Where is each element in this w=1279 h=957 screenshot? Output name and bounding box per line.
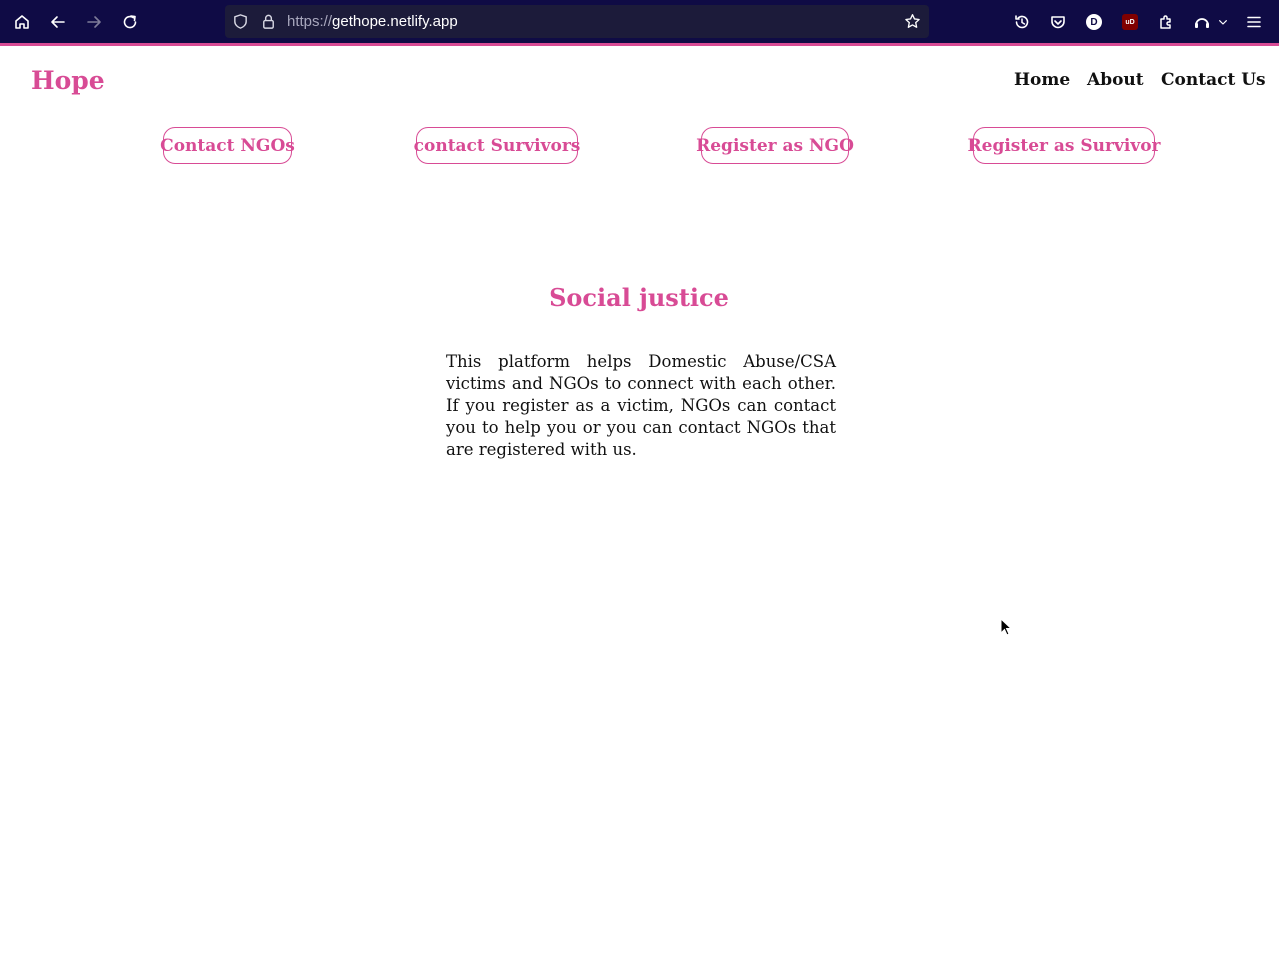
description-text: This platform helps Domestic Abuse/CSA v…	[446, 352, 836, 459]
contact-ngos-button[interactable]: Contact NGOs	[160, 127, 295, 164]
nav-about[interactable]: About	[1087, 70, 1144, 90]
menu-icon[interactable]	[1241, 9, 1267, 35]
history-icon[interactable]	[1009, 9, 1035, 35]
register-ngo-button[interactable]: Register as NGO	[696, 127, 854, 164]
reload-icon[interactable]	[117, 9, 143, 35]
url-protocol: https://	[287, 13, 333, 30]
pocket-icon[interactable]	[1045, 9, 1071, 35]
toolbar-accent-line	[0, 43, 1279, 46]
site-logo[interactable]: Hope	[31, 66, 105, 95]
bookmark-star-icon[interactable]	[904, 13, 921, 30]
forward-icon[interactable]	[81, 9, 107, 35]
register-survivor-button[interactable]: Register as Survivor	[968, 127, 1161, 164]
nav-home[interactable]: Home	[1014, 70, 1070, 90]
url-bar[interactable]: https://gethope.netlify.app	[225, 5, 929, 38]
profile-initial: D	[1086, 14, 1102, 30]
browser-toolbar: https://gethope.netlify.app D uD	[0, 0, 1279, 43]
ublock-icon[interactable]: uD	[1117, 9, 1143, 35]
mouse-cursor-icon	[1000, 618, 1012, 636]
nav-contact-us[interactable]: Contact Us	[1161, 70, 1266, 90]
ublock-label: uD	[1122, 14, 1138, 30]
shield-icon[interactable]	[232, 13, 249, 30]
lock-icon[interactable]	[260, 13, 277, 30]
chevron-down-icon[interactable]	[1214, 9, 1232, 35]
profile-icon[interactable]: D	[1081, 9, 1107, 35]
url-host: gethope.netlify.app	[332, 13, 458, 30]
url-text[interactable]: https://gethope.netlify.app	[287, 5, 458, 38]
home-icon[interactable]	[9, 9, 35, 35]
back-icon[interactable]	[45, 9, 71, 35]
extensions-icon[interactable]	[1153, 9, 1179, 35]
page-title: Social justice	[549, 283, 729, 312]
contact-survivors-button[interactable]: contact Survivors	[414, 127, 580, 164]
sync-icon[interactable]	[1189, 9, 1215, 35]
